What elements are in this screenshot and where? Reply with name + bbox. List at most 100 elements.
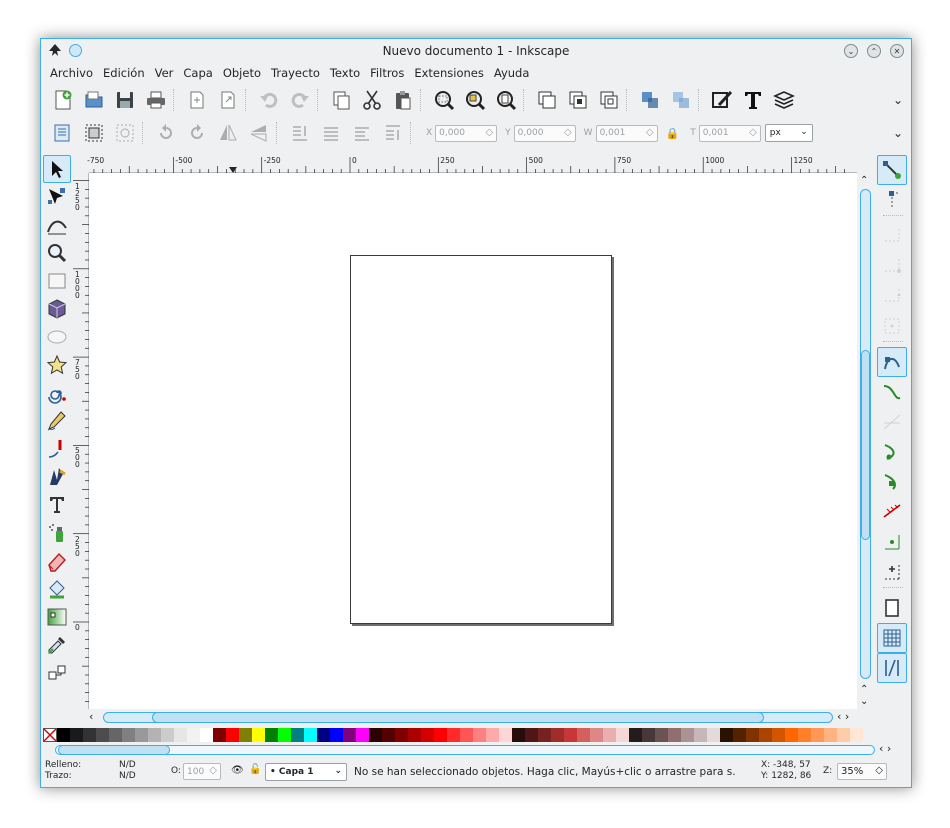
tool-calligraphy[interactable] (43, 463, 71, 491)
tool-node[interactable] (43, 183, 71, 211)
color-swatch[interactable] (174, 728, 187, 742)
tool-pencil[interactable] (43, 407, 71, 435)
cut-button[interactable] (356, 86, 387, 114)
snap-smooth-button[interactable] (877, 467, 907, 497)
menu-item-8[interactable]: Extensiones (409, 64, 489, 84)
color-swatch[interactable] (642, 728, 655, 742)
menu-item-0[interactable]: Archivo (45, 64, 98, 84)
fill-stroke-button[interactable] (706, 86, 737, 114)
paste-button[interactable] (387, 86, 418, 114)
color-swatch[interactable] (122, 728, 135, 742)
new-document-button[interactable] (47, 86, 78, 114)
h-field[interactable]: 0,001 ◇ (698, 124, 761, 142)
color-swatch[interactable] (421, 728, 434, 742)
chevron-up-icon[interactable]: ⌃ (860, 684, 868, 695)
chevron-left-right-icon[interactable]: ‹ › (837, 710, 849, 723)
close-button[interactable]: ✕ (890, 44, 904, 58)
color-swatch[interactable] (239, 728, 252, 742)
color-swatch[interactable] (265, 728, 278, 742)
color-swatch[interactable] (551, 728, 564, 742)
menu-item-3[interactable]: Capa (178, 64, 217, 84)
color-swatch[interactable] (694, 728, 707, 742)
select-all-layers-button[interactable] (78, 119, 109, 147)
horizontal-ruler[interactable]: -750 -500 -250 0 250 500 750 1000 1250 (87, 155, 857, 173)
lower-button[interactable] (315, 119, 346, 147)
snap-midpoint-button[interactable] (877, 497, 907, 527)
snap-grid-button[interactable] (877, 623, 907, 653)
snap-path-button[interactable] (877, 377, 907, 407)
scroll-track[interactable] (103, 712, 833, 723)
color-swatch[interactable] (746, 728, 759, 742)
tool-pen[interactable] (43, 435, 71, 463)
color-swatch[interactable] (317, 728, 330, 742)
snap-guide-button[interactable] (877, 653, 907, 683)
color-swatch[interactable] (707, 728, 720, 742)
w-field[interactable]: 0,001 ◇ (595, 124, 658, 142)
rotate-cw-button[interactable] (181, 119, 212, 147)
tool-spiral[interactable] (43, 379, 71, 407)
color-swatch[interactable] (603, 728, 616, 742)
color-swatch[interactable] (486, 728, 499, 742)
print-button[interactable] (140, 86, 171, 114)
color-swatch[interactable] (772, 728, 785, 742)
rotate-ccw-button[interactable] (150, 119, 181, 147)
tool-tweak[interactable] (43, 211, 71, 239)
tool-connector[interactable] (43, 659, 71, 687)
color-swatch[interactable] (70, 728, 83, 742)
tool-rectangle[interactable] (43, 267, 71, 295)
minimize-button[interactable]: ⌄ (844, 44, 858, 58)
zoom-selection-button[interactable] (428, 86, 459, 114)
color-swatch[interactable] (668, 728, 681, 742)
snap-bbox-corner-button[interactable] (877, 251, 907, 281)
no-paint-swatch[interactable] (43, 728, 57, 742)
color-swatch[interactable] (811, 728, 824, 742)
color-swatch[interactable] (395, 728, 408, 742)
ungroup-button[interactable] (665, 86, 696, 114)
text-font-button[interactable] (737, 86, 768, 114)
snap-bbox-center-button[interactable] (877, 311, 907, 341)
color-swatch[interactable] (733, 728, 746, 742)
color-swatch[interactable] (629, 728, 642, 742)
save-button[interactable] (109, 86, 140, 114)
color-swatch[interactable] (109, 728, 122, 742)
chevron-left-icon[interactable]: ‹ (89, 710, 93, 723)
color-swatch[interactable] (148, 728, 161, 742)
scroll-thumb[interactable] (861, 350, 870, 540)
raise-top-button[interactable] (377, 119, 408, 147)
menu-item-2[interactable]: Ver (150, 64, 179, 84)
menu-item-5[interactable]: Trayecto (266, 64, 325, 84)
x-field[interactable]: 0,000 ◇ (435, 124, 498, 142)
scroll-track[interactable] (860, 189, 871, 679)
color-swatch[interactable] (304, 728, 317, 742)
fill-value[interactable]: N/D (119, 760, 136, 771)
open-button[interactable] (78, 86, 109, 114)
tool-eraser[interactable] (43, 547, 71, 575)
snap-center-button[interactable] (877, 527, 907, 557)
zoom-page-button[interactable] (490, 86, 521, 114)
flip-horizontal-button[interactable] (212, 119, 243, 147)
color-swatch[interactable] (135, 728, 148, 742)
color-swatch[interactable] (356, 728, 369, 742)
lower-bottom-button[interactable] (284, 119, 315, 147)
chevron-left-right-icon[interactable]: ‹ › (879, 742, 891, 755)
color-swatch[interactable] (616, 728, 629, 742)
color-swatch[interactable] (200, 728, 213, 742)
zoom-field[interactable]: 35% ◇ (837, 763, 887, 780)
color-swatch[interactable] (798, 728, 811, 742)
lock-ratio-icon[interactable]: 🔒 (666, 127, 680, 140)
stroke-value[interactable]: N/D (119, 771, 136, 782)
tool-paint-bucket[interactable] (43, 575, 71, 603)
color-swatch[interactable] (655, 728, 668, 742)
opacity-field[interactable]: 100 ◇ (183, 763, 221, 780)
color-swatch[interactable] (330, 728, 343, 742)
color-swatch[interactable] (720, 728, 733, 742)
color-swatch[interactable] (499, 728, 512, 742)
palette-scrollbar[interactable]: ‹ › (41, 742, 911, 757)
color-swatch[interactable] (434, 728, 447, 742)
snap-cusp-button[interactable] (877, 437, 907, 467)
tool-dropper[interactable] (43, 631, 71, 659)
unit-select[interactable]: px ⌄ (764, 124, 813, 142)
color-swatch[interactable] (291, 728, 304, 742)
unlink-clone-button[interactable] (593, 86, 624, 114)
tool-spray[interactable] (43, 519, 71, 547)
